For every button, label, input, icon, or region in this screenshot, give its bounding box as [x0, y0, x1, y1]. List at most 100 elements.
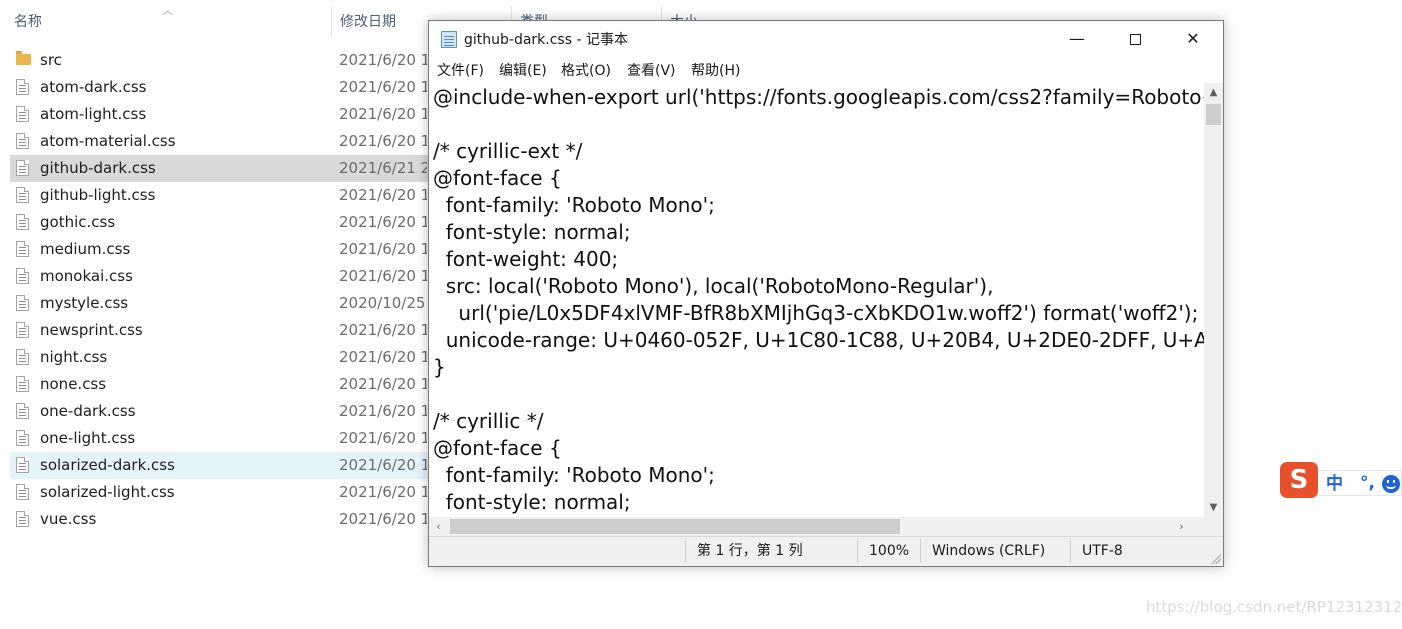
file-row[interactable]: vue.css 2021/6/20 1	[10, 506, 428, 533]
file-icon	[16, 376, 29, 392]
file-row[interactable]: none.css 2021/6/20 1	[10, 371, 428, 398]
sogou-logo-icon[interactable]: S	[1280, 462, 1318, 498]
menu-format[interactable]: 格式(O)	[561, 59, 611, 83]
ime-toolbar[interactable]: S 中 °,	[1280, 462, 1402, 498]
status-cursor-position: 第 1 行，第 1 列	[697, 543, 803, 559]
code-line: }	[433, 355, 446, 379]
file-date: 2021/6/20 1	[339, 78, 427, 96]
file-date: 2021/6/20 1	[339, 105, 427, 123]
file-date: 2021/6/21 2	[339, 159, 427, 177]
file-row[interactable]: src 2021/6/20 1	[10, 47, 428, 74]
sort-ascending-icon: ︿	[162, 4, 173, 17]
file-row[interactable]: monokai.css 2021/6/20 1	[10, 263, 428, 290]
file-row[interactable]: one-light.css 2021/6/20 1	[10, 425, 428, 452]
resize-grip-icon[interactable]	[1211, 554, 1221, 564]
file-icon	[16, 79, 29, 95]
notepad-window: github-dark.css - 记事本 — ✕ 文件(F) 编辑(E) 格式…	[428, 20, 1224, 567]
file-name: one-dark.css	[40, 402, 136, 420]
file-name: github-light.css	[40, 186, 156, 204]
file-name: newsprint.css	[40, 321, 143, 339]
watermark: https://blog.csdn.net/RP123123123	[1146, 598, 1402, 616]
file-date: 2021/6/20 1	[339, 132, 427, 150]
file-icon	[16, 187, 29, 203]
file-date: 2021/6/20 1	[339, 456, 427, 474]
file-row[interactable]: one-dark.css 2021/6/20 1	[10, 398, 428, 425]
vertical-scrollbar[interactable]: ▲ ▼	[1204, 83, 1223, 517]
status-bar: 第 1 行，第 1 列 100% Windows (CRLF) UTF-8	[429, 536, 1223, 566]
scroll-left-arrow-icon[interactable]: ‹	[429, 517, 448, 536]
file-icon	[16, 106, 29, 122]
file-date: 2021/6/20 1	[339, 510, 427, 528]
notepad-icon	[441, 31, 457, 48]
file-icon	[16, 322, 29, 338]
horizontal-scroll-thumb[interactable]	[450, 519, 900, 534]
folder-icon	[16, 51, 31, 65]
code-line: font-style: normal;	[433, 490, 631, 514]
close-button[interactable]: ✕	[1164, 21, 1222, 59]
file-icon	[16, 511, 29, 527]
file-name: monokai.css	[40, 267, 133, 285]
column-divider[interactable]	[331, 6, 332, 38]
code-line: /* cyrillic-ext */	[433, 139, 583, 163]
file-icon	[16, 349, 29, 365]
file-date: 2020/10/25	[339, 294, 426, 312]
column-header-name[interactable]: 名称	[14, 0, 42, 44]
code-line: src: local('Roboto Mono'), local('Roboto…	[433, 274, 994, 298]
minimize-button[interactable]: —	[1048, 21, 1106, 59]
ime-language-toggle[interactable]: 中	[1326, 471, 1343, 497]
emoji-icon[interactable]	[1382, 475, 1400, 493]
file-icon	[16, 214, 29, 230]
code-line: @font-face {	[433, 166, 562, 190]
file-row[interactable]: night.css 2021/6/20 1	[10, 344, 428, 371]
file-row[interactable]: gothic.css 2021/6/20 1	[10, 209, 428, 236]
file-row[interactable]: solarized-dark.css 2021/6/20 1	[10, 452, 428, 479]
title-bar[interactable]: github-dark.css - 记事本 — ✕	[429, 21, 1223, 59]
file-row[interactable]: solarized-light.css 2021/6/20 1	[10, 479, 428, 506]
file-name: one-light.css	[40, 429, 136, 447]
file-date: 2021/6/20 1	[339, 321, 427, 339]
file-icon	[16, 403, 29, 419]
file-row[interactable]: atom-light.css 2021/6/20 1	[10, 101, 428, 128]
menu-view[interactable]: 查看(V)	[627, 59, 676, 83]
file-row[interactable]: github-dark.css 2021/6/21 2	[10, 155, 428, 182]
menu-file[interactable]: 文件(F)	[437, 59, 484, 83]
code-line: font-style: normal;	[433, 220, 631, 244]
file-date: 2021/6/20 1	[339, 186, 427, 204]
vertical-scroll-thumb[interactable]	[1206, 104, 1221, 125]
status-divider	[857, 539, 858, 563]
status-zoom: 100%	[869, 543, 910, 559]
file-name: none.css	[40, 375, 107, 393]
file-date: 2021/6/20 1	[339, 267, 427, 285]
window-title: github-dark.css - 记事本	[464, 32, 628, 48]
file-date: 2021/6/20 1	[339, 51, 427, 69]
column-header-date[interactable]: 修改日期	[340, 0, 396, 44]
file-name: src	[40, 51, 62, 69]
file-name: atom-material.css	[40, 132, 176, 150]
scroll-down-arrow-icon[interactable]: ▼	[1204, 498, 1223, 517]
menu-help[interactable]: 帮助(H)	[691, 59, 740, 83]
file-row[interactable]: atom-dark.css 2021/6/20 1	[10, 74, 428, 101]
file-row[interactable]: newsprint.css 2021/6/20 1	[10, 317, 428, 344]
file-row[interactable]: github-light.css 2021/6/20 1	[10, 182, 428, 209]
scroll-up-arrow-icon[interactable]: ▲	[1204, 83, 1223, 102]
file-name: medium.css	[40, 240, 131, 258]
file-row[interactable]: atom-material.css 2021/6/20 1	[10, 128, 428, 155]
status-divider	[920, 539, 921, 563]
horizontal-scrollbar[interactable]: ‹ ›	[429, 517, 1204, 536]
code-line: unicode-range: U+0460-052F, U+1C80-1C88,…	[445, 328, 1204, 352]
code-line: /* cyrillic */	[433, 409, 544, 433]
menu-edit[interactable]: 编辑(E)	[499, 59, 547, 83]
file-icon	[16, 457, 29, 473]
file-date: 2021/6/20 1	[339, 348, 427, 366]
file-row[interactable]: medium.css 2021/6/20 1	[10, 236, 428, 263]
code-line: url('pie/L0x5DF4xlVMF-BfR8bXMIjhGq3-cXbK…	[433, 301, 1199, 325]
text-editor[interactable]: @include-when-export url('https://fonts.…	[429, 83, 1204, 517]
file-name: night.css	[40, 348, 108, 366]
code-line: font-family: 'Roboto Mono';	[433, 193, 715, 217]
scroll-right-arrow-icon[interactable]: ›	[1172, 517, 1191, 536]
file-row[interactable]: mystyle.css 2020/10/25	[10, 290, 428, 317]
ime-punctuation-toggle[interactable]: °,	[1360, 471, 1375, 495]
file-date: 2021/6/20 1	[339, 213, 427, 231]
maximize-button[interactable]	[1106, 21, 1164, 59]
code-line: @include-when-export url('https://fonts.…	[433, 85, 1204, 109]
